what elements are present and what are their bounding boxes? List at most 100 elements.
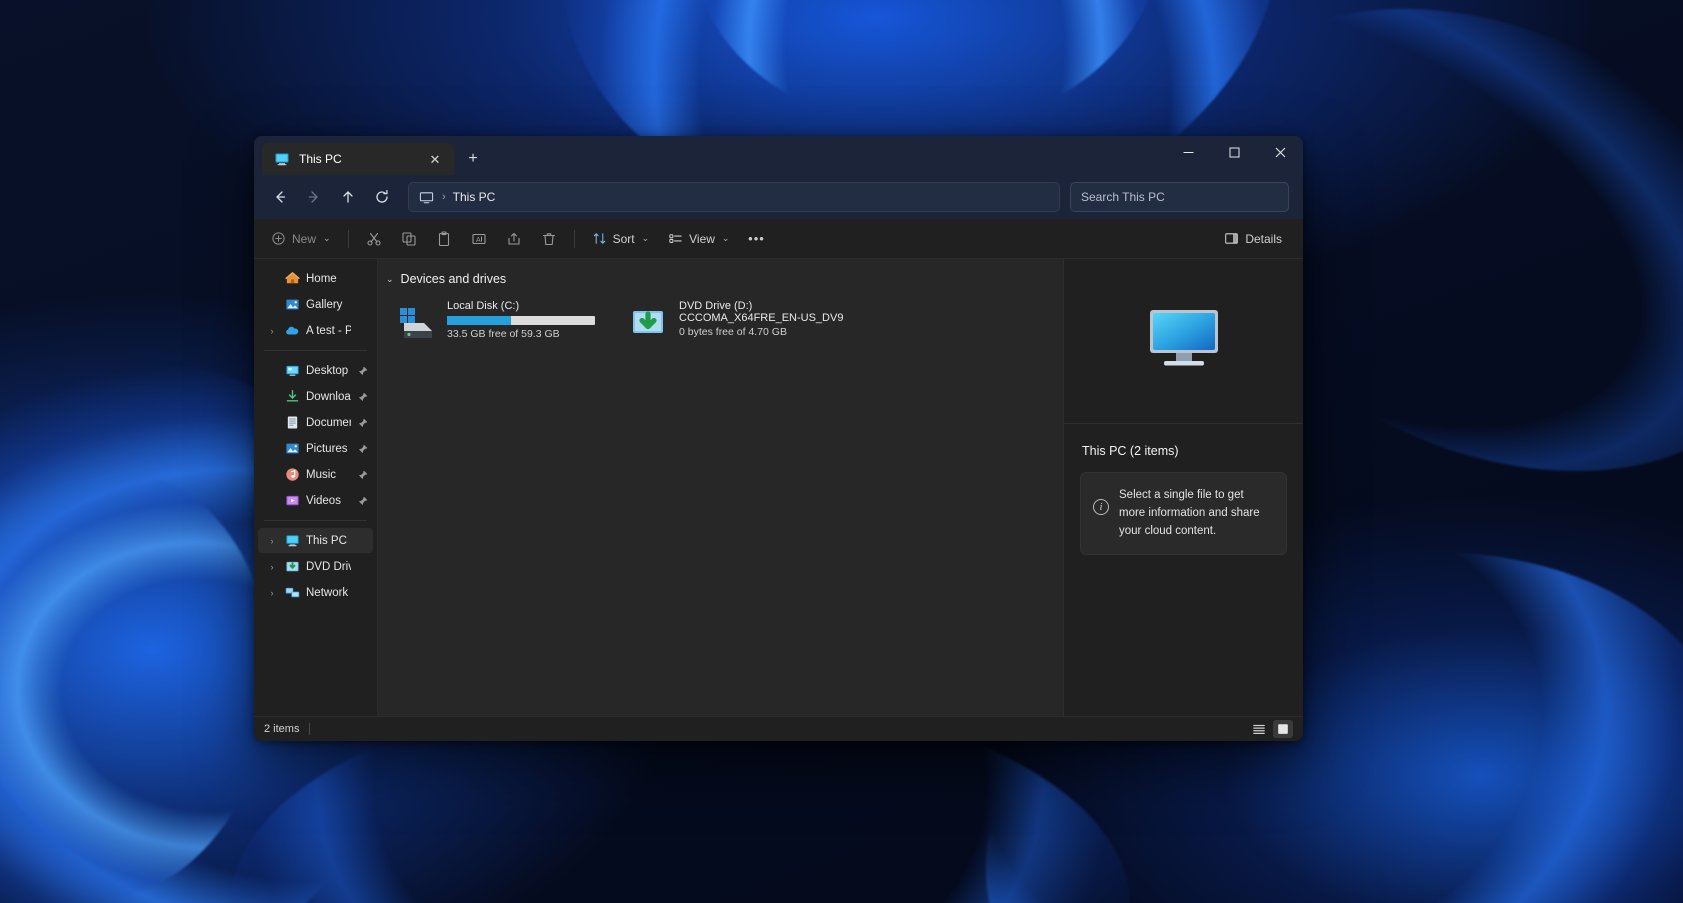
breadcrumb-separator: › <box>442 191 446 203</box>
pin-icon[interactable] <box>357 496 369 506</box>
address-bar[interactable]: › This PC <box>408 182 1060 212</box>
sidebar-item-documents[interactable]: Documents <box>258 410 373 435</box>
chevron-down-icon: ⌄ <box>323 233 331 244</box>
up-button[interactable] <box>332 181 364 213</box>
drive-item-dvd-drive-d[interactable]: DVD Drive (D:) CCCOMA_X64FRE_EN-US_DV9 0… <box>624 296 852 345</box>
this-pc-icon <box>274 151 290 167</box>
minimize-button[interactable] <box>1165 136 1211 168</box>
sidebar-item-home[interactable]: Home <box>258 266 373 291</box>
maximize-button[interactable] <box>1211 136 1257 168</box>
sidebar-label: Network <box>306 587 351 599</box>
group-header-devices-and-drives[interactable]: ⌄ Devices and drives <box>378 269 1063 288</box>
close-window-button[interactable] <box>1257 136 1303 168</box>
info-icon: i <box>1093 499 1109 515</box>
sidebar-item-this-pc[interactable]: › This PC <box>258 528 373 553</box>
search-placeholder: Search This PC <box>1081 190 1165 204</box>
details-pane-button[interactable]: Details <box>1215 224 1291 254</box>
drive-name: Local Disk (C:) <box>447 300 614 312</box>
new-label: New <box>292 232 316 246</box>
back-button[interactable] <box>264 181 296 213</box>
cut-button[interactable] <box>357 224 391 254</box>
status-divider <box>309 723 310 735</box>
navigation-bar: › This PC Search This PC <box>254 175 1303 219</box>
tile-view-icon[interactable] <box>1273 720 1293 738</box>
navigation-pane: Home Gallery › A test - Personal <box>254 259 378 716</box>
sidebar-label: DVD Drive (D:) CCC <box>306 561 351 573</box>
sidebar-divider <box>264 520 367 521</box>
pictures-icon <box>284 441 300 457</box>
toolbar-divider <box>574 230 575 248</box>
command-bar: New ⌄ A Sort ⌄ View ⌄ <box>254 219 1303 259</box>
chevron-down-icon[interactable]: ⌄ <box>386 274 394 285</box>
rename-button[interactable]: A <box>462 224 496 254</box>
monitor-icon <box>419 189 435 205</box>
new-tab-button[interactable]: + <box>458 144 488 174</box>
sort-button[interactable]: Sort ⌄ <box>583 224 659 254</box>
drives-grid: Local Disk (C:) 33.5 GB free of 59.3 GB <box>378 288 1063 345</box>
share-button[interactable] <box>497 224 531 254</box>
window-body: Home Gallery › A test - Personal <box>254 259 1303 716</box>
sidebar-item-dvd-drive[interactable]: › DVD Drive (D:) CCC <box>258 554 373 579</box>
pin-icon[interactable] <box>357 366 369 376</box>
chevron-right-icon[interactable]: › <box>266 562 278 572</box>
chevron-right-icon[interactable]: › <box>266 536 278 546</box>
documents-icon <box>284 415 300 431</box>
file-list-area[interactable]: ⌄ Devices and drives <box>378 259 1063 716</box>
pin-icon[interactable] <box>357 470 369 480</box>
sidebar-item-a-test-personal[interactable]: › A test - Personal <box>258 318 373 343</box>
pin-icon[interactable] <box>357 444 369 454</box>
title-bar: This PC ✕ + <box>254 136 1303 175</box>
dvd-drive-icon <box>630 305 670 341</box>
sidebar-item-downloads[interactable]: Downloads <box>258 384 373 409</box>
sidebar-item-network[interactable]: › Network <box>258 580 373 605</box>
gallery-icon <box>284 297 300 313</box>
pin-icon[interactable] <box>357 418 369 428</box>
details-pane: This PC (2 items) i Select a single file… <box>1063 259 1303 716</box>
sidebar-label: Downloads <box>306 391 351 403</box>
paste-button[interactable] <box>427 224 461 254</box>
copy-button[interactable] <box>392 224 426 254</box>
sidebar-item-pictures[interactable]: Pictures <box>258 436 373 461</box>
search-input[interactable]: Search This PC <box>1070 182 1289 212</box>
sidebar-item-desktop[interactable]: Desktop <box>258 358 373 383</box>
music-icon <box>284 467 300 483</box>
more-options-button[interactable]: ••• <box>739 224 773 254</box>
this-pc-monitor-preview <box>1148 308 1220 375</box>
breadcrumb-this-pc[interactable]: This PC <box>453 190 496 204</box>
sidebar-label: Desktop <box>306 365 351 377</box>
refresh-button[interactable] <box>366 181 398 213</box>
drive-free-space: 0 bytes free of 4.70 GB <box>679 326 846 338</box>
sidebar-item-gallery[interactable]: Gallery <box>258 292 373 317</box>
sidebar-item-videos[interactable]: Videos <box>258 488 373 513</box>
sidebar-item-music[interactable]: Music <box>258 462 373 487</box>
pin-icon[interactable] <box>357 392 369 402</box>
close-tab-button[interactable]: ✕ <box>424 148 446 170</box>
drive-item-local-disk-c[interactable]: Local Disk (C:) 33.5 GB free of 59.3 GB <box>392 296 620 345</box>
list-view-icon[interactable] <box>1249 720 1269 738</box>
sidebar-label: Home <box>306 273 351 285</box>
drive-info: DVD Drive (D:) CCCOMA_X64FRE_EN-US_DV9 0… <box>679 300 846 341</box>
videos-icon <box>284 493 300 509</box>
chevron-down-icon: ⌄ <box>642 233 650 244</box>
file-explorer-window: This PC ✕ + <box>254 136 1303 741</box>
details-info-text: Select a single file to get more informa… <box>1119 487 1272 540</box>
chevron-right-icon[interactable]: › <box>266 326 278 336</box>
chevron-right-icon[interactable]: › <box>266 588 278 598</box>
sort-label: Sort <box>613 232 635 246</box>
forward-button[interactable] <box>298 181 330 213</box>
sidebar-label: Documents <box>306 417 351 429</box>
details-title: This PC (2 items) <box>1064 424 1303 458</box>
sidebar-label: Videos <box>306 495 351 507</box>
network-icon <box>284 585 300 601</box>
new-button[interactable]: New ⌄ <box>262 224 340 254</box>
delete-button[interactable] <box>532 224 566 254</box>
ellipsis-icon: ••• <box>748 231 765 246</box>
details-preview <box>1064 259 1303 424</box>
svg-text:A: A <box>476 236 481 243</box>
sidebar-label: A test - Personal <box>306 325 351 337</box>
tab-this-pc[interactable]: This PC ✕ <box>262 143 454 175</box>
sidebar-label: Gallery <box>306 299 351 311</box>
dvd-drive-icon <box>284 559 300 575</box>
home-icon <box>284 271 300 287</box>
view-button[interactable]: View ⌄ <box>659 224 738 254</box>
